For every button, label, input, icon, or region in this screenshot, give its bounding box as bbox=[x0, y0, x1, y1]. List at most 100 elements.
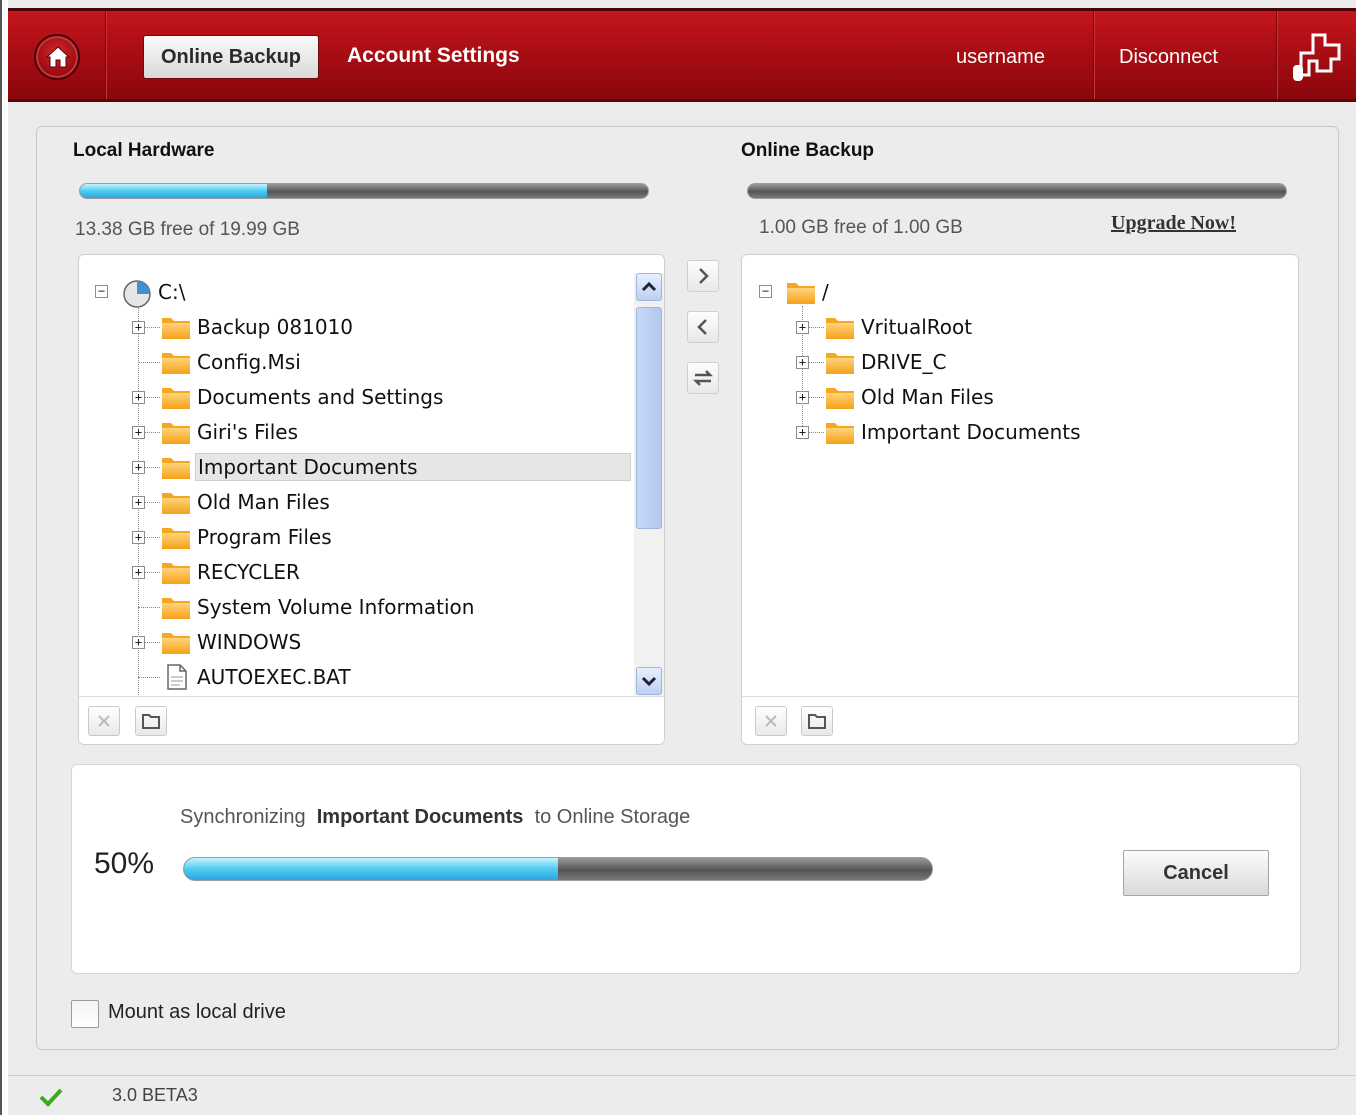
tree-branch-line bbox=[138, 607, 160, 608]
status-bar: 3.0 BETA3 bbox=[8, 1075, 1356, 1115]
sync-target: Important Documents bbox=[316, 806, 524, 828]
username-label: username bbox=[956, 46, 1045, 68]
folder-icon bbox=[160, 523, 192, 551]
local-tree-toolbar bbox=[79, 696, 664, 744]
header-divider bbox=[1093, 11, 1095, 99]
local-new-folder-button[interactable] bbox=[135, 706, 167, 736]
cancel-button[interactable]: Cancel bbox=[1123, 850, 1269, 896]
plugin-icon[interactable] bbox=[1291, 27, 1349, 89]
tree-item-label: Important Documents bbox=[195, 453, 631, 481]
expand-toggle[interactable]: + bbox=[132, 391, 145, 404]
sync-percent: 50% bbox=[94, 847, 155, 880]
new-folder-icon bbox=[808, 714, 826, 729]
expand-toggle[interactable]: + bbox=[132, 321, 145, 334]
tree-root-label: C:\ bbox=[158, 280, 186, 304]
expand-toggle[interactable]: + bbox=[796, 321, 809, 334]
folder-icon bbox=[160, 628, 192, 656]
tree-file-item[interactable]: AUTOEXEC.BAT bbox=[160, 661, 353, 693]
tree-folder-item[interactable]: Important Documents bbox=[824, 416, 1083, 448]
folder-icon bbox=[160, 593, 192, 621]
tree-item-label: Documents and Settings bbox=[197, 385, 444, 409]
local-tree-panel: − C:\ + Backup 081010 Config.Msi + Documents a… bbox=[78, 254, 665, 745]
expand-toggle[interactable]: + bbox=[132, 496, 145, 509]
mount-label: Mount as local drive bbox=[108, 1001, 286, 1023]
local-free-space: 13.38 GB free of 19.99 GB bbox=[75, 219, 300, 240]
header-divider bbox=[105, 11, 107, 99]
sync-prefix: Synchronizing bbox=[180, 806, 306, 828]
tree-item-label: Program Files bbox=[197, 525, 332, 549]
tree-root[interactable]: / bbox=[759, 276, 831, 308]
expand-toggle[interactable]: + bbox=[132, 566, 145, 579]
tree-folder-item[interactable]: VritualRoot bbox=[824, 311, 974, 343]
tree-item-label: AUTOEXEC.BAT bbox=[197, 665, 351, 689]
disconnect-link[interactable]: Disconnect bbox=[1119, 46, 1218, 69]
local-tree-scrollbar[interactable] bbox=[634, 273, 664, 697]
sync-message: Synchronizing Important Documents to Onl… bbox=[180, 806, 690, 829]
folder-icon bbox=[824, 418, 856, 446]
scroll-thumb[interactable] bbox=[636, 307, 662, 529]
online-usage-bar bbox=[747, 183, 1287, 199]
tree-item-label: WINDOWS bbox=[197, 630, 302, 654]
tree-folder-item[interactable]: Important Documents bbox=[160, 451, 631, 483]
upload-button[interactable] bbox=[687, 260, 719, 292]
tree-item-label: VritualRoot bbox=[861, 315, 973, 339]
tree-folder-item[interactable]: RECYCLER bbox=[160, 556, 302, 588]
sync-suffix: to Online Storage bbox=[534, 806, 691, 828]
tree-item-label: RECYCLER bbox=[197, 560, 300, 584]
online-tree-toolbar bbox=[742, 696, 1298, 744]
scroll-up-button[interactable] bbox=[636, 273, 662, 301]
home-button[interactable] bbox=[34, 34, 80, 80]
tree-folder-item[interactable]: Old Man Files bbox=[824, 381, 996, 413]
top-bar: Online Backup Account Settings username … bbox=[8, 8, 1356, 102]
online-tree-panel: − / + VritualRoot + DRIVE_C + Old Man Files + Imp… bbox=[741, 254, 1299, 745]
tree-folder-item[interactable]: Config.Msi bbox=[160, 346, 303, 378]
folder-icon bbox=[824, 313, 856, 341]
tab-account-settings[interactable]: Account Settings bbox=[347, 44, 520, 68]
tree-folder-item[interactable]: DRIVE_C bbox=[824, 346, 948, 378]
expand-toggle[interactable]: + bbox=[132, 531, 145, 544]
file-icon bbox=[160, 663, 192, 691]
new-folder-icon bbox=[142, 714, 160, 729]
expand-toggle[interactable]: + bbox=[796, 426, 809, 439]
folder-icon bbox=[785, 278, 817, 306]
online-new-folder-button[interactable] bbox=[801, 706, 833, 736]
online-backup-title: Online Backup bbox=[741, 140, 875, 161]
tree-root-label: / bbox=[822, 280, 829, 304]
chevron-down-icon bbox=[641, 676, 657, 687]
expand-toggle[interactable]: + bbox=[132, 461, 145, 474]
download-button[interactable] bbox=[687, 311, 719, 343]
expand-toggle[interactable]: + bbox=[796, 391, 809, 404]
tree-folder-item[interactable]: System Volume Information bbox=[160, 591, 476, 623]
folder-icon bbox=[160, 488, 192, 516]
tree-folder-item[interactable]: Backup 081010 bbox=[160, 311, 355, 343]
tree-item-label: Backup 081010 bbox=[197, 315, 354, 339]
local-delete-button[interactable] bbox=[88, 706, 120, 736]
folder-icon bbox=[824, 383, 856, 411]
mount-checkbox[interactable] bbox=[71, 1000, 99, 1028]
drive-icon bbox=[121, 278, 153, 308]
tab-online-backup[interactable]: Online Backup bbox=[143, 35, 319, 79]
tree-branch-line bbox=[138, 362, 160, 363]
tree-root[interactable]: C:\ bbox=[95, 276, 187, 308]
sync-progress-fill bbox=[184, 858, 558, 880]
tree-folder-item[interactable]: Old Man Files bbox=[160, 486, 332, 518]
expand-toggle[interactable]: + bbox=[132, 426, 145, 439]
tree-item-label: Important Documents bbox=[861, 420, 1081, 444]
sync-progress-bar bbox=[183, 857, 933, 881]
expand-toggle[interactable]: + bbox=[796, 356, 809, 369]
sync-button[interactable] bbox=[687, 362, 719, 394]
app-window: Online Backup Account Settings username … bbox=[0, 0, 1356, 1115]
expand-toggle[interactable]: + bbox=[132, 636, 145, 649]
tree-folder-item[interactable]: Giri's Files bbox=[160, 416, 300, 448]
check-icon bbox=[39, 1088, 63, 1107]
upgrade-link[interactable]: Upgrade Now! bbox=[1111, 212, 1236, 235]
tree-folder-item[interactable]: WINDOWS bbox=[160, 626, 303, 658]
online-delete-button[interactable] bbox=[755, 706, 787, 736]
tree-folder-item[interactable]: Documents and Settings bbox=[160, 381, 445, 413]
tree-folder-item[interactable]: Program Files bbox=[160, 521, 334, 553]
version-label: 3.0 BETA3 bbox=[112, 1085, 198, 1105]
folder-icon bbox=[160, 383, 192, 411]
local-usage-fill bbox=[80, 184, 268, 198]
sync-icon bbox=[692, 370, 714, 386]
scroll-down-button[interactable] bbox=[636, 667, 662, 695]
